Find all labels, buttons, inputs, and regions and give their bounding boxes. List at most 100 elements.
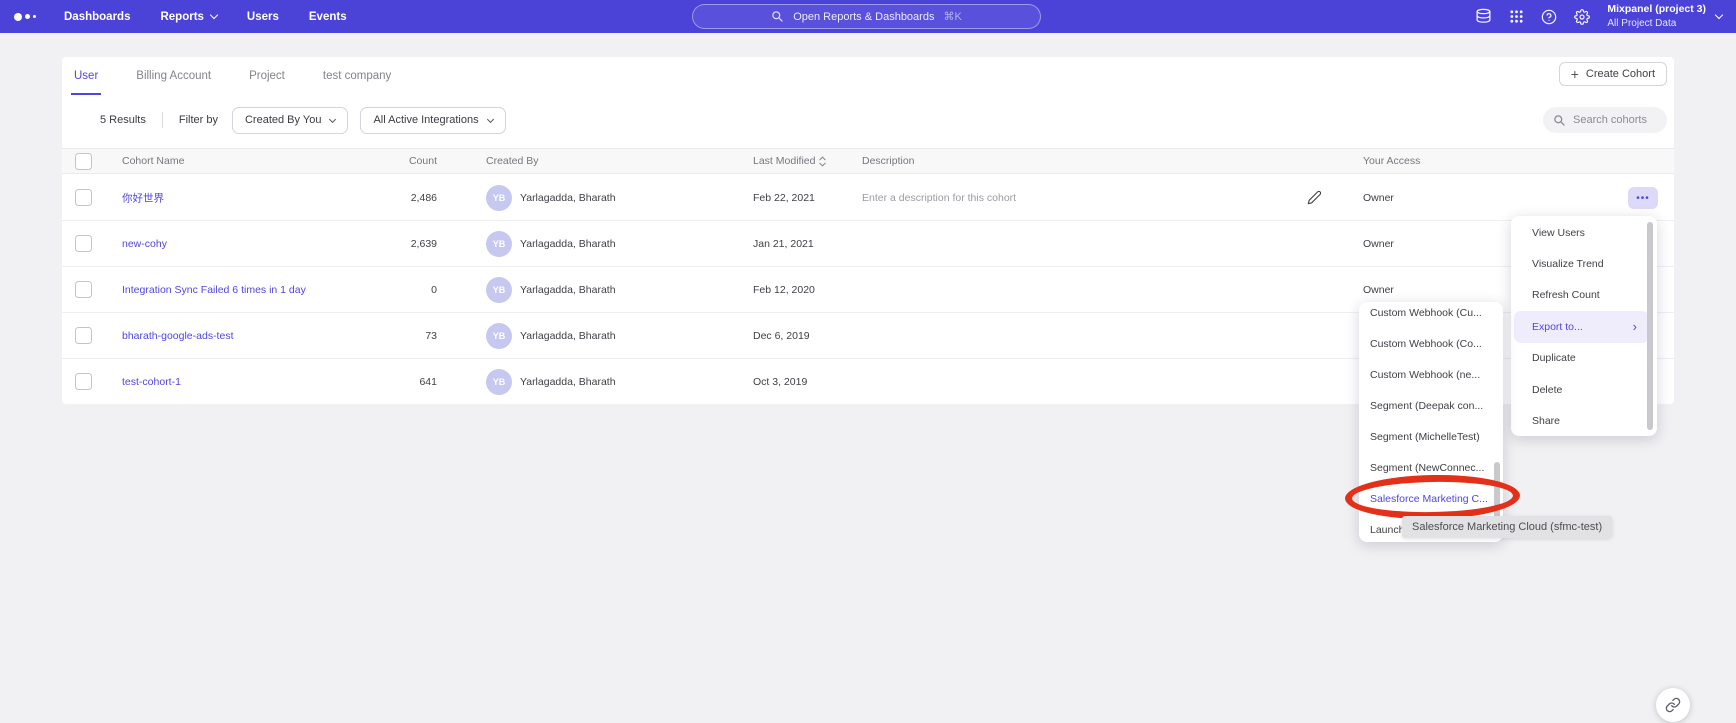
- cohort-name-link[interactable]: Integration Sync Failed 6 times in 1 day: [122, 284, 306, 296]
- context-menu-item[interactable]: View Users: [1511, 217, 1657, 248]
- column-header-cohort-name: Cohort Name: [122, 149, 184, 173]
- tab-project[interactable]: Project: [246, 57, 288, 95]
- divider: [162, 112, 163, 128]
- nav-link-dashboards[interactable]: Dashboards: [64, 11, 130, 23]
- table-row: 你好世界 2,486 YB Yarlagadda, Bharath Feb 22…: [62, 175, 1674, 221]
- context-menu-item-label: Share: [1532, 415, 1560, 427]
- description-placeholder[interactable]: Enter a description for this cohort: [862, 192, 1016, 204]
- avatar: YB: [486, 323, 512, 349]
- column-header-last-modified[interactable]: Last Modified: [753, 149, 826, 173]
- project-switcher[interactable]: Mixpanel (project 3) All Project Data: [1607, 3, 1722, 30]
- row-actions-button[interactable]: •••: [1628, 187, 1658, 209]
- access-label: Owner: [1363, 192, 1394, 204]
- sort-icon: [819, 156, 826, 167]
- ellipsis-icon: •••: [1636, 193, 1650, 204]
- context-menu-item-label: Visualize Trend: [1532, 258, 1604, 270]
- context-menu-item[interactable]: Share: [1511, 405, 1657, 436]
- cohort-name-link[interactable]: 你好世界: [122, 190, 164, 205]
- export-submenu-item[interactable]: Salesforce Marketing C...: [1359, 483, 1503, 514]
- context-menu-item[interactable]: Delete: [1511, 374, 1657, 405]
- export-submenu-item-label: Custom Webhook (Co...: [1370, 338, 1482, 350]
- export-submenu-item[interactable]: Custom Webhook (Co...: [1359, 328, 1503, 359]
- nav-link-label: Dashboards: [64, 11, 130, 23]
- nav-link-label: Reports: [160, 11, 203, 23]
- column-header-description: Description: [862, 149, 915, 173]
- create-cohort-button[interactable]: + Create Cohort: [1559, 62, 1667, 86]
- export-submenu-item-label: Launch: [1370, 524, 1404, 536]
- export-submenu-item[interactable]: Custom Webhook (Cu...: [1359, 302, 1503, 328]
- tab-test-company[interactable]: test company: [320, 57, 394, 95]
- column-header-label: Last Modified: [753, 155, 815, 167]
- row-checkbox[interactable]: [75, 327, 92, 344]
- create-cohort-label: Create Cohort: [1586, 68, 1655, 80]
- last-modified: Oct 3, 2019: [753, 376, 807, 388]
- last-modified: Feb 22, 2021: [753, 192, 815, 204]
- created-by-filter-button[interactable]: Created By You: [232, 107, 348, 134]
- submenu-arrow-icon: ›: [1633, 320, 1637, 333]
- context-menu-item[interactable]: Duplicate: [1511, 343, 1657, 374]
- help-button[interactable]: [1541, 9, 1557, 25]
- table-row: new-cohy 2,639 YB Yarlagadda, Bharath Ja…: [62, 221, 1674, 267]
- chevron-down-icon: [487, 115, 494, 122]
- context-menu-item-label: Delete: [1532, 384, 1562, 396]
- row-checkbox[interactable]: [75, 189, 92, 206]
- row-checkbox[interactable]: [75, 235, 92, 252]
- context-menu-item-label: View Users: [1532, 227, 1585, 239]
- filter-bar: 5 Results Filter by Created By You All A…: [100, 106, 1667, 134]
- context-menu-item-label: Duplicate: [1532, 352, 1576, 364]
- column-header-count: Count: [342, 149, 437, 173]
- export-submenu: Custom Webhook (Cu... Custom Webhook (Co…: [1359, 302, 1503, 542]
- nav-link-label: Events: [309, 11, 347, 23]
- cohort-name-link[interactable]: bharath-google-ads-test: [122, 330, 234, 342]
- keyboard-shortcut: ⌘K: [943, 10, 961, 23]
- help-icon: [1541, 9, 1557, 25]
- mixpanel-cohorts-screen: Dashboards Reports Users Events Open Rep…: [0, 0, 1736, 723]
- access-label: Owner: [1363, 238, 1394, 250]
- tab-billing-account[interactable]: Billing Account: [133, 57, 214, 95]
- avatar: YB: [486, 231, 512, 257]
- nav-link-reports[interactable]: Reports: [160, 11, 216, 23]
- nav-links: Dashboards Reports Users Events: [64, 11, 347, 23]
- cohort-name-link[interactable]: new-cohy: [122, 238, 167, 250]
- cohort-count: 641: [342, 376, 437, 388]
- select-all-checkbox[interactable]: [75, 153, 92, 170]
- project-name: Mixpanel (project 3): [1607, 3, 1706, 17]
- access-label: Owner: [1363, 284, 1394, 296]
- context-menu-items: View Users Visualize Trend Refresh Count…: [1511, 217, 1657, 437]
- global-search-placeholder: Open Reports & Dashboards: [793, 11, 934, 23]
- search-icon: [771, 10, 784, 23]
- settings-button[interactable]: [1574, 9, 1590, 25]
- created-by: Yarlagadda, Bharath: [520, 192, 616, 204]
- context-menu-scrollbar[interactable]: [1647, 222, 1653, 430]
- export-submenu-item[interactable]: Segment (NewConnec...: [1359, 452, 1503, 483]
- edit-description-button[interactable]: [1307, 190, 1322, 205]
- row-checkbox[interactable]: [75, 281, 92, 298]
- row-checkbox[interactable]: [75, 373, 92, 390]
- export-submenu-item-label: Salesforce Marketing C...: [1370, 493, 1488, 505]
- nav-link-label: Users: [247, 11, 279, 23]
- nav-link-users[interactable]: Users: [247, 11, 279, 23]
- context-menu-item[interactable]: Refresh Count: [1511, 280, 1657, 311]
- export-submenu-item-label: Custom Webhook (ne...: [1370, 369, 1480, 381]
- export-submenu-item[interactable]: Segment (Deepak con...: [1359, 390, 1503, 421]
- export-submenu-item-label: Segment (MichelleTest): [1370, 431, 1480, 443]
- cohort-count: 2,639: [342, 238, 437, 250]
- integrations-filter-button[interactable]: All Active Integrations: [360, 107, 505, 134]
- database-icon: [1475, 8, 1492, 25]
- copy-link-button[interactable]: [1656, 688, 1690, 722]
- data-integrations-button[interactable]: [1475, 8, 1492, 25]
- search-cohorts-input[interactable]: Search cohorts: [1543, 107, 1667, 133]
- global-search[interactable]: Open Reports & Dashboards ⌘K: [692, 4, 1041, 29]
- context-menu-item[interactable]: Export to... ›: [1514, 311, 1649, 342]
- nav-link-events[interactable]: Events: [309, 11, 347, 23]
- avatar: YB: [486, 277, 512, 303]
- tab-user[interactable]: User: [71, 57, 101, 95]
- context-menu-item[interactable]: Visualize Trend: [1511, 248, 1657, 279]
- export-submenu-item[interactable]: Segment (MichelleTest): [1359, 421, 1503, 452]
- column-header-created-by: Created By: [486, 149, 539, 173]
- avatar: YB: [486, 185, 512, 211]
- cohort-name-link[interactable]: test-cohort-1: [122, 376, 181, 388]
- context-menu: View Users Visualize Trend Refresh Count…: [1511, 216, 1657, 436]
- apps-grid-button[interactable]: [1509, 9, 1524, 24]
- export-submenu-item[interactable]: Custom Webhook (ne...: [1359, 359, 1503, 390]
